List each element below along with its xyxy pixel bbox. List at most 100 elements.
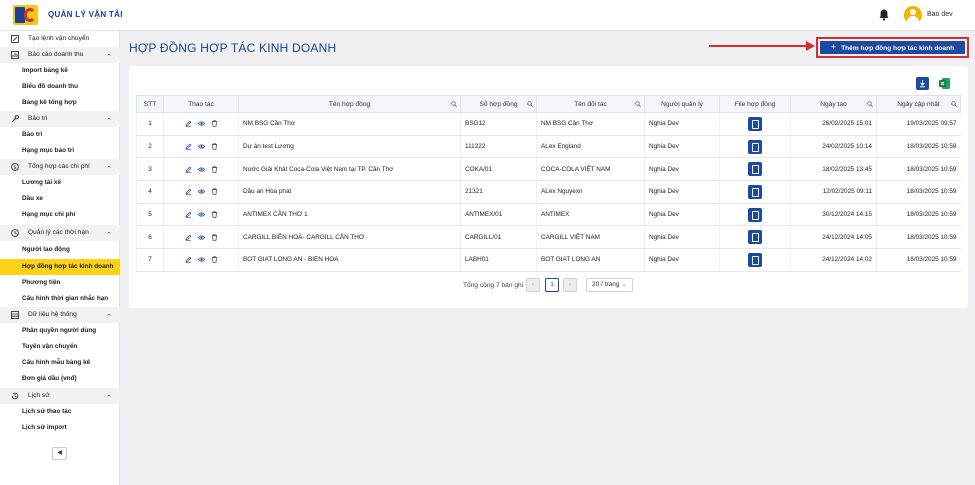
sidebar-item-driver-salary[interactable]: Lương tài xế [0,175,120,191]
sidebar-item-summary-statement[interactable]: Bảng kê tổng hợp [0,95,120,111]
edit-icon[interactable] [185,234,192,241]
edit-icon[interactable] [185,188,192,196]
table-row[interactable]: 3 Nước Giải Khát Coca-Cola Việt Nam tại T… [136,157,961,182]
prev-page-button[interactable]: ‹ [526,278,540,292]
view-icon[interactable] [197,120,205,127]
sidebar-item-transport-routes[interactable]: Tuyến vận chuyển [0,339,120,355]
column-header-contract-number[interactable]: Số hợp đồng [460,95,537,113]
search-icon[interactable] [867,101,873,107]
report-icon [11,51,19,59]
sidebar-group-history[interactable]: Lịch sử ⌃ [0,388,120,404]
column-header-created[interactable]: Ngày tạo [790,95,877,113]
logo[interactable] [13,5,38,25]
table-row[interactable]: 4 Dầu an Hòa phát 21321 ALex Nguyexn Nghia D… [136,180,961,204]
sidebar-group-system-data[interactable]: Dữ liệu hệ thống ⌃ [0,307,120,323]
file-icon[interactable] [748,252,762,267]
chevron-right-icon: › [568,281,572,288]
annotation-arrow [709,45,809,47]
sidebar-item-user-permissions[interactable]: Phân quyền người dùng [0,323,120,339]
file-icon[interactable] [748,230,762,245]
sidebar-item-maintenance[interactable]: Báo trì [0,127,120,143]
edit-icon[interactable] [185,166,192,173]
sidebar-item-business-contract[interactable]: Hợp đồng hợp tác kinh doanh [0,259,120,275]
file-icon[interactable] [748,162,762,177]
delete-icon[interactable] [211,143,218,150]
plus-icon: + [830,42,837,52]
svg-text:$: $ [13,165,16,171]
view-icon[interactable] [197,188,205,195]
page-size-select[interactable]: 20 / trang ⌄ [586,278,633,292]
file-icon[interactable] [748,184,762,199]
collapse-sidebar-button[interactable]: ◀ [52,447,67,460]
sidebar-item-import-statement[interactable]: Import bảng kê [0,63,120,79]
edit-icon[interactable] [185,211,192,218]
table-row[interactable]: 1 NM BSG Cần Thơ BSG12 NM BSG Cần Thơ Nghia … [136,112,961,136]
delete-icon[interactable] [211,120,218,127]
page-number-button[interactable]: 1 [545,278,559,292]
cell-file [719,112,791,136]
excel-export-icon[interactable] [938,77,951,90]
sidebar-item-statement-template[interactable]: Cấu hình mẫu bảng kê [0,355,120,371]
bell-icon[interactable] [879,9,889,21]
sidebar-group-revenue-report[interactable]: Báo cáo doanh thu ⌃ [0,47,120,63]
cell-contract-name: Dầu an Hòa phát [238,180,461,204]
sidebar-group-cost-summary[interactable]: $ Tổng hợp các chi phí ⌃ [0,159,120,175]
cell-contract-number: 111222 [460,135,537,159]
cell-file [719,248,791,272]
cell-file [719,157,791,182]
user-name[interactable]: Bao dev [927,11,953,18]
delete-icon[interactable] [211,256,218,264]
sidebar-group-maintenance[interactable]: Bảo trì ⌃ [0,111,120,127]
table-row[interactable]: 6 CARGILL BIÊN HOÀ- CARGILL CẦN THƠ CARGIL… [136,225,961,250]
add-contract-button[interactable]: + Thêm hợp đồng hợp tác kinh doanh [820,41,965,54]
sidebar-item-revenue-chart[interactable]: Biểu đồ doanh thu [0,79,120,95]
sidebar-item-workers[interactable]: Người lao động [0,242,120,258]
money-icon: $ [11,163,19,171]
view-icon[interactable] [197,234,205,241]
delete-icon[interactable] [211,211,218,218]
download-button[interactable] [916,77,929,90]
view-icon[interactable] [197,211,205,218]
view-icon[interactable] [197,166,205,173]
edit-icon[interactable] [185,256,192,264]
column-header-partner[interactable]: Tên đối tác [536,95,645,113]
search-icon[interactable] [527,101,533,107]
search-icon[interactable] [635,101,641,107]
avatar[interactable] [904,6,922,24]
add-contract-label: Thêm hợp đồng hợp tác kinh doanh [841,45,955,52]
cell-actions [163,112,239,136]
sidebar-item-create-transport-order[interactable]: Tạo lệnh vận chuyển [0,31,120,47]
sidebar-item-fuel-price[interactable]: Đơn giá dầu (vnđ) [0,371,120,387]
sidebar-item-vehicles[interactable]: Phương tiện [0,275,120,291]
delete-icon[interactable] [211,234,218,241]
sidebar-item-import-history[interactable]: Lịch sử import [0,420,120,436]
sidebar-item-reminder-config[interactable]: Cấu hình thời gian nhắc hạn [0,291,120,307]
view-icon[interactable] [197,256,205,263]
sidebar-item-maintenance-category[interactable]: Hạng mục bảo trì [0,143,120,159]
cell-manager: Nghia Dev [644,112,720,136]
sidebar-group-deadline-management[interactable]: Quản lý các thời hạn ⌃ [0,225,120,241]
delete-icon[interactable] [211,188,218,195]
cell-actions [163,135,239,159]
sidebar-item-vehicle-fuel[interactable]: Dầu xe [0,191,120,207]
search-icon[interactable] [951,101,957,107]
view-icon[interactable] [197,143,205,150]
cell-contract-number: 21321 [460,180,537,204]
file-icon[interactable] [748,207,762,222]
column-header-contract-name[interactable]: Tên hợp đồng [238,95,461,113]
sidebar-item-action-history[interactable]: Lịch sử thao tác [0,404,120,420]
sidebar-item-cost-category[interactable]: Hạng mục chi phí [0,207,120,223]
table-row[interactable]: 7 BOT GIAT LONG AN - BIEN HOA LABH01 BOT GI… [136,248,961,272]
search-icon[interactable] [451,101,457,107]
next-page-button[interactable]: › [563,278,577,292]
edit-icon[interactable] [185,120,192,128]
file-icon[interactable] [748,116,762,131]
table-row[interactable]: 2 Dự án test Lương 111222 ALex England Nghia… [136,135,961,159]
table-row[interactable]: 5 ANTIMEX CẦN THƠ 1 ANTIMEX/01 ANTIMEX Nghia… [136,203,961,227]
delete-icon[interactable] [211,165,218,173]
cell-created: 24/12/2024 14:02 [790,248,877,272]
edit-icon[interactable] [185,143,192,150]
column-header-updated[interactable]: Ngày cập nhật [876,95,961,113]
column-header-stt: STT [136,95,164,113]
file-icon[interactable] [748,139,762,154]
